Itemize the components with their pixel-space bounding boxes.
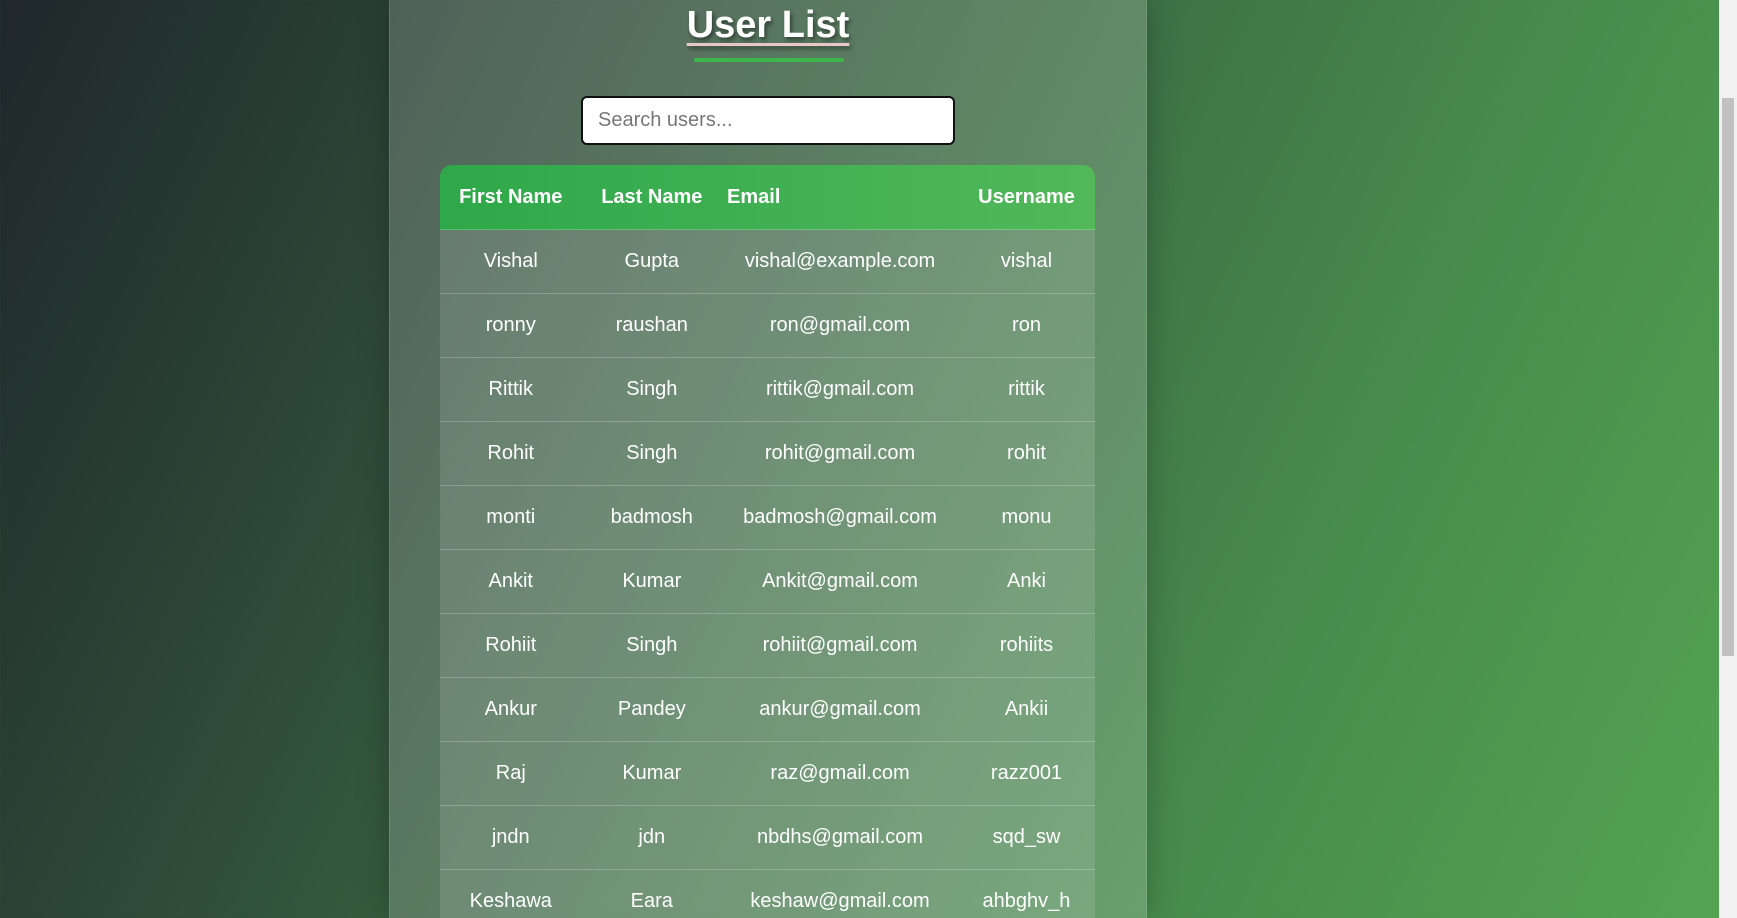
cell-username: ron — [957, 293, 1095, 358]
user-list-panel: User List First Name Last Name Email Use… — [389, 0, 1147, 918]
user-table-container: First Name Last Name Email Username Vish… — [440, 165, 1095, 918]
cell-first-name: Keshawa — [440, 869, 582, 918]
table-row: jndn jdn nbdhs@gmail.com sqd_sw — [440, 805, 1095, 870]
title-underline-bar — [694, 58, 844, 62]
column-header-username[interactable]: Username — [958, 165, 1095, 230]
vertical-scrollbar[interactable] — [1719, 0, 1737, 918]
table-row: Rittik Singh rittik@gmail.com rittik — [440, 357, 1095, 422]
cell-first-name: ronny — [440, 293, 582, 358]
cell-email: ankur@gmail.com — [722, 677, 958, 742]
search-input[interactable] — [581, 96, 955, 145]
cell-last-name: Kumar — [581, 549, 723, 614]
cell-username: sqd_sw — [957, 805, 1095, 870]
table-row: Vishal Gupta vishal@example.com vishal — [440, 229, 1095, 294]
table-row: Raj Kumar raz@gmail.com razz001 — [440, 741, 1095, 806]
user-table: First Name Last Name Email Username Vish… — [440, 165, 1095, 918]
cell-email: rittik@gmail.com — [722, 357, 958, 422]
table-header: First Name Last Name Email Username — [440, 165, 1095, 230]
column-header-email[interactable]: Email — [722, 165, 958, 230]
table-header-row: First Name Last Name Email Username — [440, 165, 1095, 230]
cell-username: monu — [957, 485, 1095, 550]
cell-first-name: Vishal — [440, 229, 582, 294]
page-title: User List — [390, 4, 1146, 47]
cell-username: vishal — [957, 229, 1095, 294]
cell-first-name: Ankit — [440, 549, 582, 614]
table-row: Rohiit Singh rohiit@gmail.com rohiits — [440, 613, 1095, 678]
column-header-last-name[interactable]: Last Name — [582, 165, 723, 230]
cell-email: raz@gmail.com — [722, 741, 958, 806]
table-row: Ankit Kumar Ankit@gmail.com Anki — [440, 549, 1095, 614]
scrollbar-thumb[interactable] — [1722, 98, 1734, 656]
cell-email: ron@gmail.com — [722, 293, 958, 358]
cell-email: keshaw@gmail.com — [722, 869, 958, 918]
cell-email: Ankit@gmail.com — [722, 549, 958, 614]
cell-last-name: Kumar — [581, 741, 723, 806]
cell-first-name: jndn — [440, 805, 582, 870]
page-title-text: User List — [686, 4, 850, 46]
cell-last-name: Pandey — [581, 677, 723, 742]
cell-first-name: Ankur — [440, 677, 582, 742]
table-body: Vishal Gupta vishal@example.com vishal ronny… — [440, 229, 1095, 918]
cell-email: badmosh@gmail.com — [722, 485, 958, 550]
cell-email: rohit@gmail.com — [722, 421, 958, 486]
cell-first-name: Raj — [440, 741, 582, 806]
cell-last-name: Singh — [581, 357, 723, 422]
cell-username: rohit — [957, 421, 1095, 486]
cell-first-name: Rohit — [440, 421, 582, 486]
table-row: ronny raushan ron@gmail.com ron — [440, 293, 1095, 358]
cell-last-name: jdn — [581, 805, 723, 870]
cell-username: ahbghv_h — [957, 869, 1095, 918]
cell-username: rohiits — [957, 613, 1095, 678]
cell-email: nbdhs@gmail.com — [722, 805, 958, 870]
cell-first-name: monti — [440, 485, 582, 550]
cell-username: rittik — [957, 357, 1095, 422]
cell-email: vishal@example.com — [722, 229, 958, 294]
cell-email: rohiit@gmail.com — [722, 613, 958, 678]
cell-username: Anki — [957, 549, 1095, 614]
cell-last-name: Singh — [581, 613, 723, 678]
cell-last-name: Singh — [581, 421, 723, 486]
column-header-first-name[interactable]: First Name — [440, 165, 582, 230]
cell-last-name: raushan — [581, 293, 723, 358]
table-row: Ankur Pandey ankur@gmail.com Ankii — [440, 677, 1095, 742]
cell-username: Ankii — [957, 677, 1095, 742]
cell-first-name: Rittik — [440, 357, 582, 422]
table-row: monti badmosh badmosh@gmail.com monu — [440, 485, 1095, 550]
cell-first-name: Rohiit — [440, 613, 582, 678]
cell-username: razz001 — [957, 741, 1095, 806]
cell-last-name: badmosh — [581, 485, 723, 550]
cell-last-name: Eara — [581, 869, 723, 918]
table-row: Rohit Singh rohit@gmail.com rohit — [440, 421, 1095, 486]
table-row: Keshawa Eara keshaw@gmail.com ahbghv_h — [440, 869, 1095, 918]
cell-last-name: Gupta — [581, 229, 723, 294]
